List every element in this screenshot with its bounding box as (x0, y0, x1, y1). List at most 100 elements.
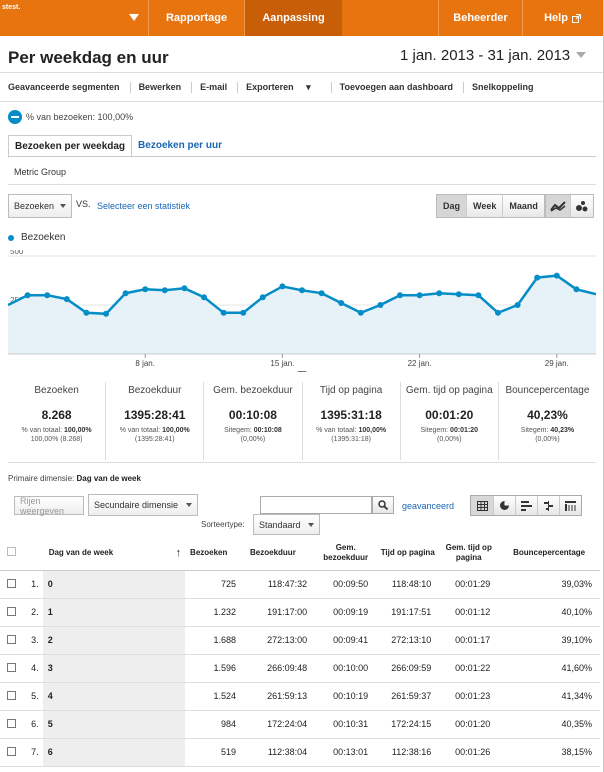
visits-line-chart[interactable]: 5002508 jan. 15 jan. 22 jan. 29 jan. (8, 250, 596, 372)
tab-visits-per-hour[interactable]: Bezoeken per uur (132, 135, 228, 158)
cell-time-on-page: 266:09:59 (376, 654, 440, 683)
table-row[interactable]: 7. 6 519 112:38:04 00:13:01 112:38:16 00:01:26… (0, 738, 600, 767)
summary-metric: Gem. bezoekduur 00:10:08 Sitegem: 00:10:08… (203, 382, 301, 460)
plot-rows-button[interactable]: Rijen weergeven (14, 496, 84, 516)
cell-time-on-page: 118:48:10 (376, 570, 440, 599)
account-dropdown-icon[interactable] (128, 12, 140, 22)
comparison-view-icon[interactable] (537, 496, 559, 515)
period-week-button[interactable]: Week (466, 195, 503, 217)
cell-day-of-week[interactable]: 4 (42, 682, 186, 711)
cell-visit-duration: 172:24:04 (244, 710, 316, 739)
cell-visits: 1.232 (185, 598, 245, 627)
row-checkbox[interactable] (6, 662, 16, 672)
cell-avg-visit-duration: 00:09:19 (315, 598, 377, 627)
select-all-checkbox[interactable] (6, 547, 16, 557)
data-point (455, 291, 462, 298)
row-index: 4. (22, 654, 43, 683)
column-header-visit-duration[interactable]: Bezoekduur (244, 537, 316, 571)
page-title: Per weekdag en uur (8, 48, 169, 67)
row-checkbox[interactable] (6, 606, 16, 616)
divider (0, 101, 603, 102)
column-header-visits[interactable]: Bezoeken (185, 537, 245, 571)
tab-underline (8, 156, 596, 157)
table-row[interactable]: 6. 5 984 172:24:04 00:10:31 172:24:15 00:01:20… (0, 710, 600, 739)
cell-day-of-week[interactable]: 2 (42, 626, 186, 655)
period-day-button[interactable]: Dag (437, 195, 467, 217)
column-header-time-on-page[interactable]: Tijd op pagina (376, 537, 440, 571)
column-header-day-of-week[interactable]: Dag van de week ↑ (42, 537, 186, 571)
summary-metric-label: Gem. bezoekduur (213, 385, 293, 396)
summary-metric-comparison: % van totaal: 100,00% (1395:31:18) (316, 427, 387, 443)
search-button[interactable] (372, 496, 394, 514)
motion-chart-icon[interactable] (570, 195, 593, 217)
cell-avg-visit-duration: 00:09:41 (315, 626, 377, 655)
data-point (553, 272, 560, 279)
row-checkbox[interactable] (6, 690, 16, 700)
nav-rapportage[interactable]: Rapportage (148, 0, 244, 36)
nav-beheerder[interactable]: Beheerder (438, 0, 522, 36)
cell-day-of-week[interactable]: 6 (42, 738, 186, 767)
shortcut-button[interactable]: Snelkoppeling (472, 82, 544, 93)
email-button[interactable]: E-mail (200, 82, 239, 93)
primary-dimension-value[interactable]: Dag van de week (76, 474, 140, 483)
pie-chart-icon[interactable] (493, 496, 515, 515)
cell-avg-time-on-page: 00:01:22 (439, 654, 499, 683)
table-row[interactable]: 1. 0 725 118:47:32 00:09:50 118:48:10 00:01:29… (0, 570, 600, 599)
nav-aanpassing[interactable]: Aanpassing (244, 0, 342, 36)
cell-avg-time-on-page: 00:01:20 (439, 710, 499, 739)
cell-day-of-week[interactable]: 1 (42, 598, 186, 627)
data-point (534, 274, 541, 281)
summary-metric-comparison: Sitegem: 40,23% (0,00%) (520, 427, 575, 443)
cell-avg-visit-duration: 00:10:19 (315, 682, 377, 711)
date-range-picker[interactable]: 1 jan. 2013 - 31 jan. 2013 (400, 44, 596, 66)
table-row[interactable]: 5. 4 1.524 261:59:13 00:10:19 261:59:37 00:01:… (0, 682, 600, 711)
line-chart-icon[interactable] (546, 195, 570, 217)
metric-select[interactable]: Bezoeken (8, 194, 72, 218)
cell-day-of-week[interactable]: 5 (42, 710, 186, 739)
cell-bounce-rate: 40,10% (498, 598, 600, 627)
summary-metric-label: Bezoeken (34, 385, 79, 396)
segment-indicator[interactable]: % van bezoeken: 100,00% (8, 110, 133, 124)
cell-avg-time-on-page: 00:01:12 (439, 598, 499, 627)
row-checkbox[interactable] (6, 634, 16, 644)
chevron-down-icon (60, 204, 66, 208)
tab-visits-per-weekday[interactable]: Bezoeken per weekdag (8, 135, 133, 158)
table-row[interactable]: 3. 2 1.688 272:13:00 00:09:41 272:13:10 00:01:… (0, 626, 600, 655)
secondary-dimension-select[interactable]: Secundaire dimensie (88, 494, 198, 516)
performance-view-icon[interactable] (515, 496, 537, 515)
pivot-view-icon[interactable] (559, 496, 581, 515)
table-row[interactable]: 4. 3 1.596 266:09:48 00:10:00 266:09:59 00:01:… (0, 654, 600, 683)
nav-help[interactable]: Help (522, 0, 602, 36)
table-search-input[interactable] (260, 496, 372, 514)
sort-type-select[interactable]: Standaard (253, 514, 320, 535)
advanced-filter-link[interactable]: geavanceerd (402, 501, 454, 511)
cell-visit-duration: 266:09:48 (244, 654, 316, 683)
advanced-segments-button[interactable]: Geavanceerde segmenten (8, 82, 131, 93)
cell-avg-time-on-page: 00:01:17 (439, 626, 499, 655)
data-point (514, 302, 521, 308)
export-button[interactable]: Exporteren ▾ (246, 82, 332, 93)
cell-time-on-page: 191:17:51 (376, 598, 440, 627)
period-month-button[interactable]: Maand (502, 195, 544, 217)
table-row[interactable]: 2. 1 1.232 191:17:00 00:09:19 191:17:51 00:01:… (0, 598, 600, 627)
cell-day-of-week[interactable]: 0 (42, 570, 186, 599)
select-statistic-link[interactable]: Selecteer een statistiek (97, 201, 190, 211)
table-view-icon[interactable] (471, 496, 493, 515)
edit-button[interactable]: Bewerken (139, 82, 193, 93)
chevron-down-icon (186, 503, 192, 507)
column-header-avg-visit-duration[interactable]: Gem. bezoekduur (315, 537, 377, 571)
report-toolbar: Geavanceerde segmenten Bewerken E-mail E… (8, 82, 544, 93)
data-point (44, 292, 51, 299)
row-checkbox[interactable] (6, 746, 16, 756)
data-point (338, 300, 345, 306)
column-header-bounce-rate[interactable]: Bouncepercentage (498, 537, 600, 571)
row-checkbox[interactable] (6, 578, 16, 588)
cell-visit-duration: 191:17:00 (244, 598, 316, 627)
cell-time-on-page: 112:38:16 (376, 738, 440, 767)
row-checkbox[interactable] (6, 718, 16, 728)
column-header-avg-time-on-page[interactable]: Gem. tijd op pagina (439, 537, 499, 571)
add-to-dashboard-button[interactable]: Toevoegen aan dashboard (340, 82, 465, 93)
summary-metric-value: 8.268 (41, 408, 72, 422)
cell-day-of-week[interactable]: 3 (42, 654, 186, 683)
data-point (416, 292, 423, 299)
